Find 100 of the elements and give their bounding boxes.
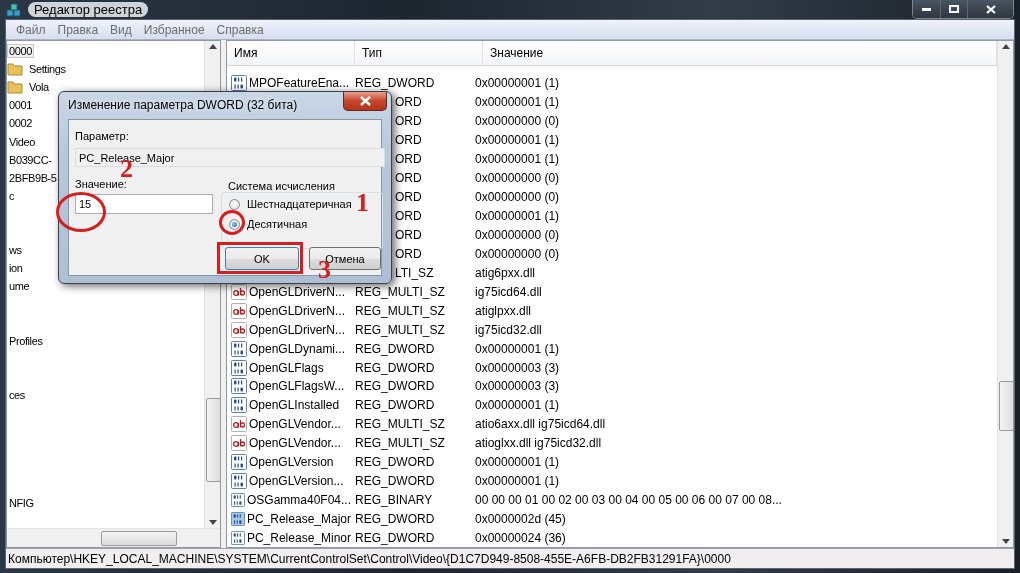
value-data: atio6axx.dll ig75icd64.dll — [475, 417, 606, 432]
value-data: 0x00000000 (0) — [475, 114, 560, 129]
minimize-icon — [922, 7, 931, 11]
dialog-title: Изменение параметра DWORD (32 бита) — [68, 98, 298, 112]
tree-item[interactable]: c — [7, 188, 17, 203]
value-name[interactable]: PC_Release_Minor — [246, 530, 351, 545]
tree-item[interactable]: 0001 — [7, 98, 34, 113]
scroll-down-icon[interactable] — [1001, 539, 1010, 545]
tree-item[interactable]: B039CC- — [7, 152, 54, 167]
annotation-ellipse — [56, 192, 106, 232]
window-title: Редактор реестра — [28, 2, 149, 17]
tree-item[interactable]: NFIG — [7, 496, 36, 511]
value-data: atiglpxx.dll — [475, 303, 532, 318]
value-data: ig75icd64.dll — [475, 284, 542, 299]
tree-item[interactable]: Settings — [27, 62, 68, 77]
value-type: ORD — [395, 95, 422, 110]
value-name[interactable]: OpenGLDriverN... — [249, 303, 346, 318]
value-name[interactable]: OpenGLVendor... — [249, 436, 341, 451]
value-type: ORD — [395, 227, 422, 242]
value-data: 0x00000000 (0) — [475, 246, 560, 261]
value-name[interactable]: OpenGLDriverN... — [249, 322, 346, 337]
value-data: 0x00000003 (3) — [475, 379, 560, 394]
tree-item[interactable]: 0002 — [7, 116, 34, 131]
tree-item[interactable]: ion — [7, 261, 25, 276]
scrollbar-thumb[interactable] — [101, 531, 177, 547]
tree-item[interactable]: 0000 — [7, 44, 34, 59]
value-name[interactable]: OpenGLFlags — [249, 360, 324, 375]
value-name[interactable]: OpenGLVersion... — [249, 474, 344, 489]
value-name[interactable]: OpenGLVersion — [249, 455, 334, 470]
value-type: ORD — [395, 190, 422, 205]
maximize-icon — [949, 5, 959, 13]
scroll-up-icon[interactable] — [208, 44, 217, 49]
value-type: REG_DWORD — [355, 398, 435, 413]
minimize-button[interactable] — [913, 0, 940, 18]
value-name[interactable]: PC_Release_Major — [246, 512, 351, 527]
scrollbar-thumb[interactable] — [206, 398, 221, 482]
value-data: atioglxx.dll ig75icd32.dll — [475, 436, 602, 451]
value-name[interactable]: OpenGLVendor... — [249, 417, 341, 432]
value-type: REG_MULTI_SZ — [355, 417, 445, 432]
radio-button[interactable] — [229, 198, 240, 210]
vertical-scrollbar[interactable] — [997, 41, 1013, 548]
value-type: REG_DWORD — [355, 76, 435, 91]
value-type: REG_DWORD — [355, 341, 435, 356]
maximize-button[interactable] — [940, 0, 967, 18]
field-label: Значение: — [75, 178, 127, 190]
value-data: 0x0000002d (45) — [475, 512, 566, 527]
value-type: REG_MULTI_SZ — [355, 303, 445, 318]
status-bar: Компьютер\HKEY_LOCAL_MACHINE\SYSTEM\CurrentControlSet\Control\Video\{D1C7D949-8508-455E-A6FB-DB2FB31291FA}\0000 — [6, 548, 1014, 569]
value-type: REG_MULTI_SZ — [355, 284, 445, 299]
value-type: LTI_SZ — [395, 265, 434, 280]
annotation-number: 1 — [356, 190, 369, 216]
value-name[interactable]: OpenGLDynami... — [249, 341, 346, 356]
close-button[interactable] — [343, 92, 387, 111]
value-data: 00 00 00 01 00 02 00 03 00 04 00 05 00 06 00 07 00 08... — [475, 493, 782, 508]
value-type: REG_DWORD — [355, 379, 435, 394]
value-name[interactable]: MPOFeatureEna... — [249, 76, 350, 91]
value-type: ORD — [395, 152, 422, 167]
value-input[interactable]: 15 — [75, 194, 213, 214]
tree-item[interactable]: Vola — [27, 80, 51, 95]
value-data: 0x00000001 (1) — [475, 398, 560, 413]
horizontal-scrollbar[interactable] — [7, 528, 220, 548]
value-type: ORD — [395, 133, 422, 148]
value-name[interactable]: OpenGLInstalled — [249, 398, 340, 413]
field-label: Параметр: — [75, 130, 129, 142]
value-type: REG_DWORD — [355, 512, 435, 527]
value-data: 0x00000001 (1) — [475, 209, 560, 224]
tree-item[interactable]: 2BFB9B-5 — [7, 170, 59, 185]
value-type: ORD — [395, 114, 422, 129]
scroll-up-icon[interactable] — [1001, 44, 1010, 49]
value-data: atig6pxx.dll — [475, 265, 536, 280]
registry-cubes-icon — [6, 1, 22, 18]
value-name[interactable]: OpenGLDriverN... — [249, 284, 346, 299]
value-type: REG_MULTI_SZ — [355, 436, 445, 451]
menu-item[interactable]: Справка — [210, 22, 270, 37]
tree-item[interactable]: ws — [7, 243, 24, 258]
radio-button[interactable] — [229, 218, 240, 230]
tree-item[interactable]: Profiles — [7, 333, 45, 348]
scrollbar-thumb[interactable] — [999, 381, 1014, 431]
value-type: ORD — [395, 246, 422, 261]
dialog-button[interactable]: OK — [225, 247, 299, 270]
tree-item[interactable]: ume — [7, 279, 32, 294]
menu-item[interactable]: Вид — [104, 22, 138, 37]
close-icon — [985, 4, 996, 14]
tree-item[interactable]: ces — [7, 387, 27, 402]
value-type: REG_MULTI_SZ — [355, 322, 445, 337]
column-header[interactable]: Имя — [227, 41, 355, 65]
menu-item[interactable]: Избранное — [137, 22, 211, 37]
radio-label: Десятичная — [247, 218, 308, 230]
value-data: 0x00000001 (1) — [475, 341, 560, 356]
tree-item[interactable]: Video — [7, 134, 37, 149]
menu-item[interactable]: Правка — [51, 22, 105, 37]
close-icon — [359, 96, 371, 106]
value-type: REG_BINARY — [355, 493, 433, 508]
scroll-down-icon[interactable] — [208, 520, 217, 526]
menu-item[interactable]: Файл — [10, 22, 52, 37]
column-header[interactable]: Тип — [355, 41, 483, 65]
value-name[interactable]: OpenGLFlagsW... — [249, 379, 345, 394]
close-button[interactable] — [967, 0, 1013, 18]
value-data: 0x00000000 (0) — [475, 190, 560, 205]
value-name[interactable]: OSGamma40F04... — [246, 493, 351, 508]
